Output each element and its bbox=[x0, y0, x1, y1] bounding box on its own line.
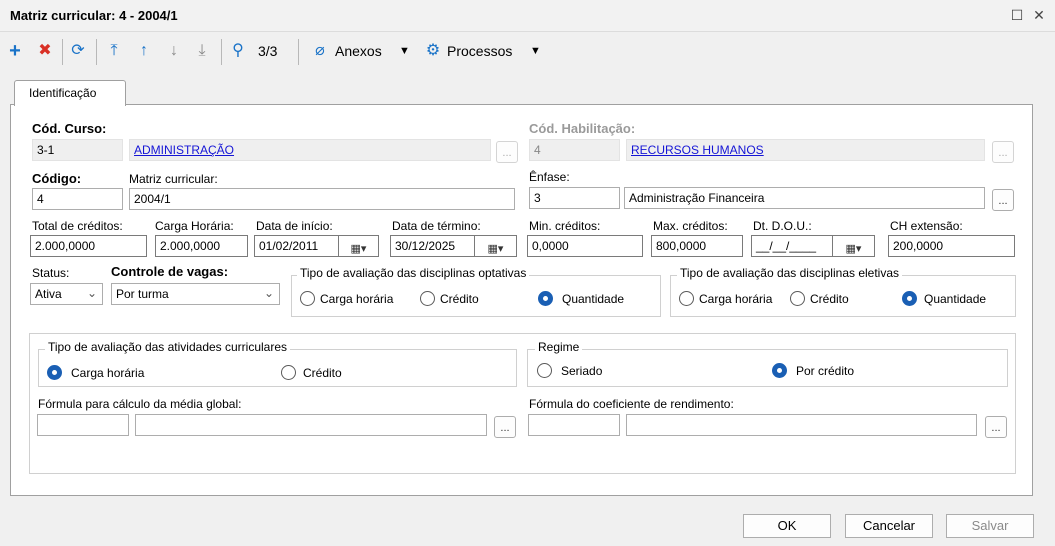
chevron-down-icon[interactable]: ▼ bbox=[530, 45, 541, 57]
gear-icon[interactable]: ⚙ bbox=[423, 41, 443, 61]
previous-record-icon[interactable]: ↑ bbox=[134, 41, 154, 61]
data-inicio-field[interactable]: 01/02/2011 bbox=[254, 235, 339, 257]
cancel-button[interactable]: Cancelar bbox=[845, 514, 933, 538]
max-creditos-label: Max. créditos: bbox=[653, 219, 728, 233]
ch-extensao-field[interactable]: 200,0000 bbox=[888, 235, 1015, 257]
habilitacao-lookup-button[interactable]: ... bbox=[992, 141, 1014, 163]
refresh-icon[interactable]: ⟳ bbox=[68, 41, 88, 61]
codigo-field[interactable]: 4 bbox=[32, 188, 123, 210]
tab-label: Identificação bbox=[29, 86, 97, 100]
toolbar: + ✖ ⟳ ⤒ ↑ ↓ ⤓ ⚲ 3/3 ⌀ Anexos ▼ ⚙ Process… bbox=[0, 33, 1055, 69]
curso-lookup-button[interactable]: ... bbox=[496, 141, 518, 163]
search-icon[interactable]: ⚲ bbox=[228, 41, 248, 61]
next-record-icon[interactable]: ↓ bbox=[164, 41, 184, 61]
first-record-icon[interactable]: ⤒ bbox=[104, 41, 124, 61]
toolbar-separator bbox=[62, 39, 63, 65]
total-creditos-field[interactable]: 2.000,0000 bbox=[30, 235, 147, 257]
ch-extensao-label: CH extensão: bbox=[890, 219, 963, 233]
chevron-down-icon: ⌄ bbox=[263, 286, 274, 300]
controle-vagas-select[interactable]: Por turma ⌄ bbox=[111, 283, 280, 305]
carga-horaria-field[interactable]: 2.000,0000 bbox=[155, 235, 248, 257]
record-counter: 3/3 bbox=[258, 43, 278, 59]
controle-vagas-value: Por turma bbox=[116, 287, 169, 301]
formula-media-code-field[interactable] bbox=[37, 414, 129, 436]
formula-media-lookup-button[interactable]: ... bbox=[494, 416, 516, 438]
close-icon[interactable]: ✕ bbox=[1030, 6, 1048, 24]
matriz-label: Matriz curricular: bbox=[129, 172, 218, 186]
processes-menu[interactable]: Processos bbox=[447, 43, 512, 59]
toolbar-separator bbox=[221, 39, 222, 65]
cod-curso-field[interactable]: 3-1 bbox=[32, 139, 123, 161]
enfase-code-field[interactable]: 3 bbox=[529, 187, 620, 209]
last-record-icon[interactable]: ⤓ bbox=[192, 41, 212, 61]
formula-media-name-field[interactable] bbox=[135, 414, 487, 436]
calendar-icon[interactable]: ▦▾ bbox=[339, 235, 379, 257]
ok-button[interactable]: OK bbox=[743, 514, 831, 538]
curso-name-link[interactable]: ADMINISTRAÇÃO bbox=[129, 139, 491, 161]
habilitacao-name-link[interactable]: RECURSOS HUMANOS bbox=[626, 139, 985, 161]
matriz-field[interactable]: 2004/1 bbox=[129, 188, 515, 210]
cod-curso-label: Cód. Curso: bbox=[32, 121, 107, 136]
data-inicio-label: Data de início: bbox=[256, 219, 333, 233]
toolbar-separator bbox=[96, 39, 97, 65]
min-creditos-label: Min. créditos: bbox=[529, 219, 601, 233]
chevron-down-icon[interactable]: ▼ bbox=[399, 45, 410, 57]
status-label: Status: bbox=[32, 266, 70, 280]
cod-habilitacao-field[interactable]: 4 bbox=[529, 139, 620, 161]
total-creditos-label: Total de créditos: bbox=[32, 219, 123, 233]
formula-media-label: Fórmula para cálculo da média global: bbox=[38, 397, 242, 411]
codigo-label: Código: bbox=[32, 171, 82, 186]
formula-coef-lookup-button[interactable]: ... bbox=[985, 416, 1007, 438]
data-termino-label: Data de término: bbox=[392, 219, 481, 233]
paperclip-icon[interactable]: ⌀ bbox=[310, 41, 330, 61]
enfase-name-field[interactable]: Administração Financeira bbox=[624, 187, 985, 209]
window-title: Matriz curricular: 4 - 2004/1 bbox=[10, 8, 178, 23]
data-termino-field[interactable]: 30/12/2025 bbox=[390, 235, 475, 257]
status-select[interactable]: Ativa ⌄ bbox=[30, 283, 103, 305]
chevron-down-icon: ⌄ bbox=[86, 286, 97, 300]
status-value: Ativa bbox=[35, 287, 62, 301]
add-icon[interactable]: + bbox=[5, 41, 25, 61]
delete-icon[interactable]: ✖ bbox=[35, 41, 55, 61]
enfase-label: Ênfase: bbox=[529, 170, 570, 184]
optativas-group-title: Tipo de avaliação das disciplinas optati… bbox=[297, 266, 530, 280]
max-creditos-field[interactable]: 800,0000 bbox=[651, 235, 743, 257]
save-button[interactable]: Salvar bbox=[946, 514, 1034, 538]
cod-habilitacao-label: Cód. Habilitação: bbox=[529, 121, 636, 136]
regime-group-title: Regime bbox=[535, 340, 583, 354]
attachments-menu[interactable]: Anexos bbox=[335, 43, 382, 59]
calendar-icon[interactable]: ▦▾ bbox=[475, 235, 517, 257]
atividades-group-title: Tipo de avaliação das atividades curricu… bbox=[45, 340, 291, 354]
toolbar-separator bbox=[298, 39, 299, 65]
formula-coef-code-field[interactable] bbox=[528, 414, 620, 436]
formula-coef-name-field[interactable] bbox=[626, 414, 977, 436]
enfase-lookup-button[interactable]: ... bbox=[992, 189, 1014, 211]
dt-dou-field[interactable]: __/__/____ bbox=[751, 235, 833, 257]
eletivas-group-title: Tipo de avaliação das disciplinas eletiv… bbox=[677, 266, 903, 280]
maximize-icon[interactable]: ☐ bbox=[1008, 6, 1026, 24]
carga-horaria-label: Carga Horária: bbox=[155, 219, 234, 233]
title-bar: Matriz curricular: 4 - 2004/1 ☐ ✕ bbox=[0, 0, 1055, 32]
controle-vagas-label: Controle de vagas: bbox=[111, 264, 229, 279]
tab-identificacao[interactable]: Identificação bbox=[14, 80, 126, 106]
min-creditos-field[interactable]: 0,0000 bbox=[527, 235, 643, 257]
calendar-icon[interactable]: ▦▾ bbox=[833, 235, 875, 257]
formula-coef-label: Fórmula do coeficiente de rendimento: bbox=[529, 397, 734, 411]
dt-dou-label: Dt. D.O.U.: bbox=[753, 219, 812, 233]
